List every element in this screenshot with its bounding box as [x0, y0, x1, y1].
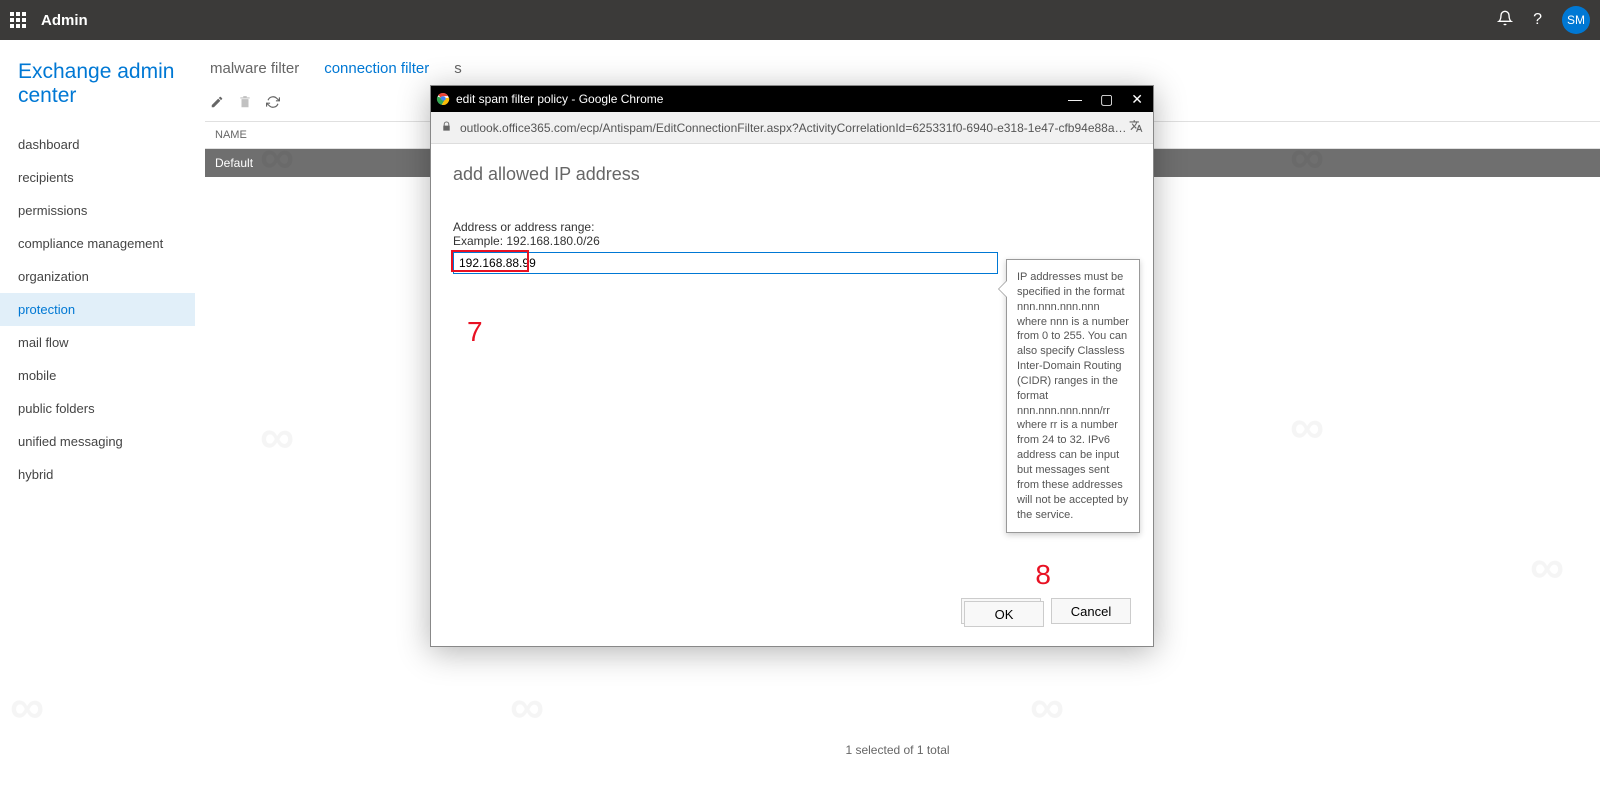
sidebar-item-organization[interactable]: organization — [0, 260, 195, 293]
ip-format-tooltip: IP addresses must be specified in the fo… — [1006, 259, 1140, 533]
cancel-button[interactable]: Cancel — [1051, 598, 1131, 624]
edit-icon[interactable] — [210, 95, 226, 111]
top-bar: Admin ? SM — [0, 0, 1600, 40]
ok-button[interactable]: OK — [964, 601, 1044, 627]
refresh-icon[interactable] — [266, 95, 282, 111]
window-controls: — ▢ ✕ — [1068, 91, 1148, 108]
sidebar-item-mobile[interactable]: mobile — [0, 359, 195, 392]
sidebar-item-protection[interactable]: protection — [0, 293, 195, 326]
sidebar-item-recipients[interactable]: recipients — [0, 161, 195, 194]
popup-window-title: edit spam filter policy - Google Chrome — [456, 92, 663, 106]
sidebar: Exchange admin center dashboard recipien… — [0, 40, 195, 787]
popup-buttons: OK Cancel — [961, 598, 1131, 624]
app-title: Admin — [41, 12, 88, 29]
sidebar-item-compliance[interactable]: compliance management — [0, 227, 195, 260]
sidebar-item-unifiedmessaging[interactable]: unified messaging — [0, 425, 195, 458]
sidebar-item-mailflow[interactable]: mail flow — [0, 326, 195, 359]
lock-icon — [441, 121, 452, 135]
maximize-icon[interactable]: ▢ — [1100, 91, 1113, 108]
annotation-8: 8 — [1035, 559, 1051, 591]
popup-body: add allowed IP address Address or addres… — [431, 144, 1153, 646]
annotation-7: 7 — [467, 316, 483, 348]
tab-malware-filter[interactable]: malware filter — [210, 60, 299, 77]
sidebar-brand: Exchange admin center — [0, 55, 195, 128]
field-label: Address or address range: — [453, 220, 1131, 234]
popup-titlebar[interactable]: edit spam filter policy - Google Chrome … — [431, 86, 1153, 112]
user-avatar[interactable]: SM — [1562, 6, 1590, 34]
help-icon[interactable]: ? — [1533, 11, 1542, 29]
content-tabs: malware filter connection filter s — [205, 60, 1600, 77]
popup-addressbar[interactable]: outlook.office365.com/ecp/Antispam/EditC… — [431, 112, 1153, 144]
close-icon[interactable]: ✕ — [1131, 91, 1143, 108]
translate-icon[interactable] — [1129, 119, 1143, 136]
notifications-icon[interactable] — [1497, 10, 1513, 31]
header-right: ? SM — [1497, 6, 1590, 34]
edit-connection-filter-popup: edit spam filter policy - Google Chrome … — [430, 85, 1154, 647]
field-example: Example: 192.168.180.0/26 — [453, 234, 1131, 248]
sidebar-item-hybrid[interactable]: hybrid — [0, 458, 195, 491]
tab-more[interactable]: s — [454, 60, 462, 77]
sidebar-item-publicfolders[interactable]: public folders — [0, 392, 195, 425]
chrome-icon — [436, 92, 450, 106]
annotation-box-ok: OK — [961, 598, 1041, 624]
tab-connection-filter[interactable]: connection filter — [324, 60, 429, 77]
ip-address-input[interactable] — [453, 252, 998, 274]
sidebar-item-permissions[interactable]: permissions — [0, 194, 195, 227]
sidebar-item-dashboard[interactable]: dashboard — [0, 128, 195, 161]
popup-title: add allowed IP address — [453, 164, 1131, 185]
footer-status: 1 selected of 1 total — [845, 743, 949, 757]
delete-icon[interactable] — [238, 95, 254, 111]
popup-url: outlook.office365.com/ecp/Antispam/EditC… — [460, 121, 1129, 135]
minimize-icon[interactable]: — — [1068, 91, 1082, 108]
app-launcher-icon[interactable] — [10, 12, 26, 28]
